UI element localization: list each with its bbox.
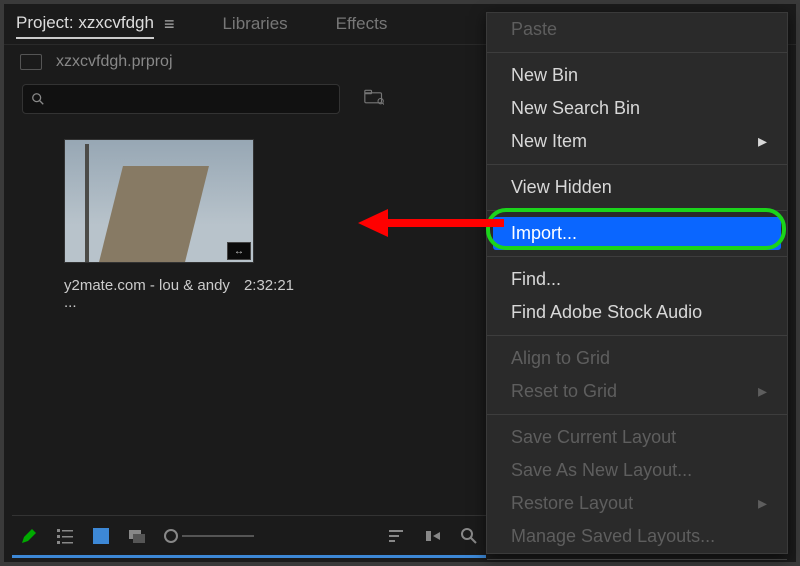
chevron-right-icon: ▸: [758, 381, 767, 402]
menu-new-search-bin[interactable]: New Search Bin: [487, 92, 787, 125]
context-menu: Paste New Bin New Search Bin New Item▸ V…: [486, 12, 788, 554]
menu-view-hidden[interactable]: View Hidden: [487, 171, 787, 204]
tab-project[interactable]: Project: xzxcvfdgh: [16, 13, 154, 39]
menu-reset-grid: Reset to Grid▸: [487, 375, 787, 408]
freeform-view-icon[interactable]: [128, 527, 146, 545]
clip-name: y2mate.com - lou & andy ...: [64, 277, 244, 311]
project-file-icon: [20, 54, 42, 70]
clip-duration: 2:32:21: [244, 277, 294, 311]
tab-project-name: xzxcvfdgh: [78, 13, 154, 32]
tab-project-prefix: Project:: [16, 13, 78, 32]
menu-paste: Paste: [487, 13, 787, 46]
search-field[interactable]: [51, 91, 331, 108]
menu-separator: [487, 256, 787, 257]
clip-caption: y2mate.com - lou & andy ... 2:32:21: [64, 277, 294, 311]
menu-find-stock[interactable]: Find Adobe Stock Audio: [487, 296, 787, 329]
clip-thumbnail[interactable]: ↔: [64, 139, 254, 263]
menu-manage-layouts: Manage Saved Layouts...: [487, 520, 787, 553]
clip-type-badge: ↔: [227, 242, 251, 260]
menu-separator: [487, 164, 787, 165]
project-file-name: xzxcvfdgh.prproj: [56, 53, 173, 71]
icon-view-icon[interactable]: [92, 527, 110, 545]
menu-save-as-layout: Save As New Layout...: [487, 454, 787, 487]
chevron-right-icon: ▸: [758, 131, 767, 152]
bottom-toolbar: [12, 515, 486, 550]
thumbnail-size-slider[interactable]: [164, 529, 254, 543]
sort-icon[interactable]: [388, 527, 406, 545]
bottom-accent-line: [12, 555, 486, 558]
menu-restore-layout: Restore Layout▸: [487, 487, 787, 520]
search-icon: [31, 92, 45, 106]
menu-separator: [487, 414, 787, 415]
find-icon[interactable]: [460, 527, 478, 545]
menu-find[interactable]: Find...: [487, 263, 787, 296]
search-input[interactable]: [22, 84, 340, 114]
chevron-right-icon: ▸: [758, 493, 767, 514]
menu-new-bin[interactable]: New Bin: [487, 59, 787, 92]
menu-align-grid: Align to Grid: [487, 342, 787, 375]
tab-effects[interactable]: Effects: [336, 14, 388, 34]
tab-libraries[interactable]: Libraries: [222, 14, 287, 34]
menu-separator: [487, 52, 787, 53]
new-bin-icon[interactable]: [364, 89, 384, 110]
menu-new-item[interactable]: New Item▸: [487, 125, 787, 158]
menu-separator: [487, 559, 787, 560]
menu-separator: [487, 210, 787, 211]
menu-import[interactable]: Import...: [493, 217, 781, 250]
panel-menu-icon[interactable]: ≡: [164, 14, 175, 35]
menu-separator: [487, 335, 787, 336]
menu-save-layout: Save Current Layout: [487, 421, 787, 454]
list-view-icon[interactable]: [56, 527, 74, 545]
automate-icon[interactable]: [424, 527, 442, 545]
pencil-icon[interactable]: [20, 527, 38, 545]
